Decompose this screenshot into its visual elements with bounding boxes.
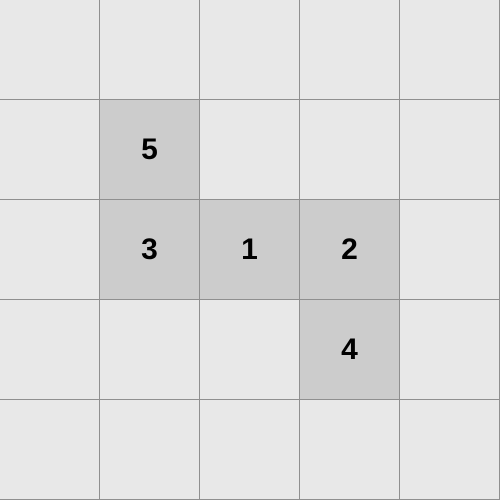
empty-cell[interactable] [0, 0, 100, 100]
numbered-tile[interactable]: 5 [100, 100, 200, 200]
empty-cell[interactable] [200, 100, 300, 200]
empty-cell[interactable] [400, 200, 500, 300]
empty-cell[interactable] [400, 300, 500, 400]
numbered-tile[interactable]: 4 [300, 300, 400, 400]
empty-cell[interactable] [0, 100, 100, 200]
empty-cell[interactable] [300, 400, 400, 500]
empty-cell[interactable] [400, 100, 500, 200]
empty-cell[interactable] [400, 0, 500, 100]
empty-cell[interactable] [300, 100, 400, 200]
numbered-tile[interactable]: 1 [200, 200, 300, 300]
empty-cell[interactable] [100, 0, 200, 100]
grid-board: 53124 [0, 0, 500, 500]
numbered-tile[interactable]: 3 [100, 200, 200, 300]
empty-cell[interactable] [200, 300, 300, 400]
empty-cell[interactable] [0, 200, 100, 300]
empty-cell[interactable] [0, 400, 100, 500]
empty-cell[interactable] [200, 0, 300, 100]
empty-cell[interactable] [100, 300, 200, 400]
empty-cell[interactable] [200, 400, 300, 500]
numbered-tile[interactable]: 2 [300, 200, 400, 300]
empty-cell[interactable] [400, 400, 500, 500]
empty-cell[interactable] [0, 300, 100, 400]
empty-cell[interactable] [300, 0, 400, 100]
empty-cell[interactable] [100, 400, 200, 500]
